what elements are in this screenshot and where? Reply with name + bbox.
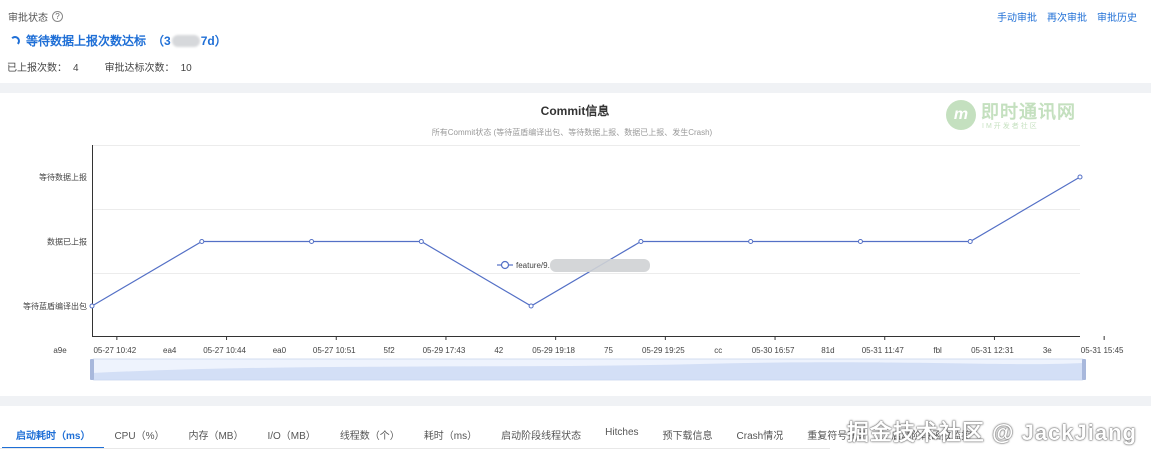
x-tick-label: 05-29 17:43 (423, 346, 466, 355)
metrics-tab-bar: 启动耗时（ms） CPU（%） 内存（MB） I/O（MB） 线程数（个） 耗时（ms） 启… (0, 406, 1151, 460)
threshold-count: 审批达标次数： 10 (104, 63, 192, 74)
legend-label: feature/9. (516, 261, 550, 270)
x-tick-label: 05-29 19:25 (642, 346, 685, 355)
zoom-handle-left (90, 359, 94, 380)
data-point (199, 239, 205, 244)
y-tick-label: 等待数据上报 (39, 172, 87, 182)
legend-marker (500, 260, 510, 270)
data-point (857, 239, 863, 244)
redacted-mask (550, 259, 650, 272)
data-point (1077, 174, 1083, 180)
tab-8[interactable]: 预下载信息 (663, 427, 713, 449)
x-tick-label: 05-27 10:44 (203, 346, 246, 355)
tab-3[interactable]: I/O（MB） (267, 427, 315, 449)
x-tick-label: ea4 (163, 346, 177, 355)
commit-chart-card: m 即时通讯网 IM开发者社区 Commit信息 所有Commit状态 (等待蓝盾… (0, 93, 1151, 396)
tab-9[interactable]: Crash情况 (737, 427, 784, 449)
x-tick-label: 05-30 16:57 (752, 346, 795, 355)
commit-hash: （3 7d） (152, 34, 227, 48)
x-tick-label: a9e (53, 346, 67, 355)
tab-2[interactable]: 内存（MB） (188, 427, 243, 449)
status-title-row: 等待数据上报次数达标 （3 7d） (10, 32, 227, 49)
zoom-handle-right (1082, 359, 1086, 380)
x-tick-label: fbl (933, 346, 942, 355)
x-tick-label: 05-27 10:42 (93, 346, 136, 355)
y-tick-label: 数据已上报 (47, 237, 87, 247)
chart-subtitle: 所有Commit状态 (等待蓝盾编译出包、等待数据上报、数据已上报、发生Cras… (432, 127, 713, 137)
data-point (89, 303, 95, 309)
redacted-mask (171, 34, 200, 47)
x-tick-label: cc (714, 346, 722, 355)
y-tick-label: 等待蓝盾编译出包 (23, 301, 87, 311)
tab-7[interactable]: Hitches (605, 427, 638, 449)
x-tick-label: ea0 (273, 346, 287, 355)
tab-divider (0, 448, 830, 449)
x-tick-label: 05-27 10:51 (313, 346, 356, 355)
re-approve-link[interactable]: 再次审批 (1047, 9, 1087, 24)
data-point (967, 239, 973, 244)
x-tick-label: 81d (821, 346, 834, 355)
data-point (528, 303, 534, 309)
x-tick-label: 05-29 19:18 (532, 346, 575, 355)
data-point (748, 239, 754, 244)
x-tick-label: 05-31 15:45 (1081, 346, 1124, 355)
x-tick-label: 3e (1043, 346, 1052, 355)
x-tick-label: 42 (494, 346, 503, 355)
chart-title: Commit信息 (541, 103, 610, 118)
data-point (638, 239, 644, 244)
x-tick-label: 05-31 11:47 (862, 346, 905, 355)
loading-spinner-icon (10, 35, 20, 46)
tab-1[interactable]: CPU（%） (114, 427, 164, 449)
approval-status-label: 审批状态 (8, 13, 48, 24)
x-tick-label: 75 (604, 346, 613, 355)
tab-4[interactable]: 线程数（个） (340, 427, 400, 449)
x-tick-label: 05-31 12:31 (971, 346, 1014, 355)
x-tick-label: 5f2 (384, 346, 396, 355)
question-circle-icon[interactable]: ? (52, 11, 63, 22)
approval-actions: 手动审批 再次审批 审批历史 (997, 9, 1137, 24)
commit-line-chart: Commit信息所有Commit状态 (等待蓝盾编译出包、等待数据上报、数据已上… (23, 103, 1124, 381)
report-counts: 已上报次数： 4 审批达标次数： 10 (7, 59, 192, 74)
data-point (309, 239, 315, 244)
approval-status-card: 审批状态 ? 手动审批 再次审批 审批历史 等待数据上报次数达标 （3 7d） … (0, 0, 1151, 83)
manual-approve-link[interactable]: 手动审批 (997, 9, 1037, 24)
tab-0[interactable]: 启动耗时（ms） (1, 427, 105, 449)
series-line (91, 176, 1081, 307)
reported-count: 已上报次数： 4 (7, 63, 79, 74)
approval-status-header: 审批状态 ? (8, 9, 63, 24)
tab-5[interactable]: 耗时（ms） (424, 427, 477, 449)
status-title: 等待数据上报次数达标 (26, 34, 147, 48)
data-point (418, 239, 424, 244)
tab-6[interactable]: 启动阶段线程状态 (501, 427, 581, 449)
corner-watermark: 掘金技术社区 @ JackJiang (846, 420, 1137, 445)
approval-history-link[interactable]: 审批历史 (1097, 9, 1137, 24)
